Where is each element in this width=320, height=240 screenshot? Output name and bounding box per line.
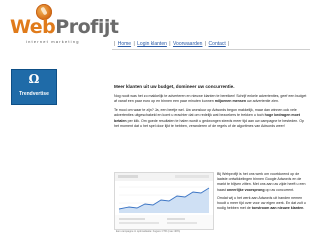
intro-paragraph: Nog nooit was het zo makkelijk te advert… — [114, 94, 309, 105]
nav-link-home[interactable]: Home — [118, 41, 131, 47]
advantage-text-c: op uw concurrent. — [264, 187, 295, 192]
page-heading: Meer klanten uit uw budget, domineer uw … — [114, 84, 235, 89]
brand-tagline: internet marketing — [26, 39, 80, 44]
badge-label: Trendvertise — [19, 91, 49, 97]
page: WebProfijt internet marketing | Home | L… — [0, 0, 320, 240]
nav-link-contact[interactable]: Contact — [209, 41, 226, 47]
nav-divider — [112, 49, 310, 50]
nav-separator: | — [114, 41, 116, 47]
nav-link-voorwaarden[interactable]: Voorwaarden — [173, 41, 202, 47]
main-content: Meer klanten uit uw budget, domineer uw … — [114, 84, 309, 132]
nav-link-login[interactable]: Login klanten — [137, 41, 167, 47]
chart-graphic — [115, 173, 213, 229]
campaign-chart-image — [114, 172, 214, 230]
chart-caption: Een campagne in optimalisatie: hogere CT… — [116, 230, 181, 233]
nav-separator: | — [133, 41, 135, 47]
omega-icon: Ω — [28, 72, 40, 86]
intro-text-c: uw advertentie zien. — [246, 99, 280, 104]
brand-name: WebProfijt — [10, 16, 119, 38]
brand-primary: Web — [10, 16, 56, 38]
brand-secondary: Profijt — [55, 16, 119, 38]
side-column: Bij Webprofijt is het ons werk om voortd… — [217, 172, 309, 214]
benefit-text-c: . — [303, 206, 305, 211]
problem-paragraph: Te mooi om waar te zijn? Ja, een beetje … — [114, 108, 309, 130]
benefit-paragraph: Omdat wij u het werk aan Adwords uit han… — [217, 196, 309, 212]
nav-separator: | — [169, 41, 171, 47]
brand-logo[interactable]: WebProfijt internet marketing — [10, 4, 119, 44]
benefit-emphasis: toestroom aan nieuwe klanten — [251, 206, 304, 211]
advantage-paragraph: Bij Webprofijt is het ons werk om voortd… — [217, 172, 309, 193]
nav-separator: | — [204, 41, 207, 47]
problem-text-c: per klik. Om goede resultaten te halen w… — [114, 118, 304, 129]
intro-emphasis: miljoenen mensen — [214, 99, 247, 104]
nav-separator: | — [228, 41, 230, 47]
trendvertise-badge[interactable]: Ω Trendvertise — [11, 69, 57, 105]
advantage-emphasis: oneerlijke voorsprong — [226, 187, 265, 192]
top-nav: | Home | Login klanten | Voorwaarden | C… — [113, 41, 230, 47]
